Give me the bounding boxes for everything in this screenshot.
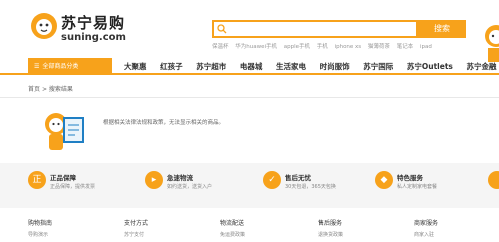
nav-item[interactable]: 苏宁金融 bbox=[467, 62, 497, 71]
nav-item[interactable]: 苏宁超市 bbox=[196, 62, 226, 71]
empty-result-message: 根据相关法律法规和政策，无法显示相关的商品。 bbox=[103, 120, 225, 126]
main-nav: 大聚惠 红孩子 苏宁超市 电器城 生活家电 时尚服饰 苏宁国际 苏宁Outlet… bbox=[124, 61, 499, 72]
service-title: 急速物流 bbox=[167, 174, 193, 182]
lion-logo-icon bbox=[31, 13, 57, 39]
breadcrumb-divider bbox=[0, 97, 499, 98]
service-desc: 30天包退，365天包换 bbox=[285, 184, 336, 190]
thumbs-up-icon: ✓ bbox=[263, 171, 281, 189]
brand-name-en: suning.com bbox=[61, 32, 126, 43]
nav-item[interactable]: 大聚惠 bbox=[124, 62, 147, 71]
service-title: 售后无忧 bbox=[285, 174, 311, 182]
footer-link[interactable]: 免运费政策 bbox=[220, 231, 245, 238]
hot-word-link[interactable]: apple手机 bbox=[284, 44, 310, 50]
breadcrumb: 首页 > 搜索结果 bbox=[28, 84, 73, 93]
lion-mascot-icon bbox=[485, 25, 499, 62]
hot-word-link[interactable]: 笔记本 bbox=[397, 44, 414, 50]
footer-column: 物流配送 免运费政策 bbox=[220, 218, 245, 238]
lion-holding-sign-icon bbox=[45, 113, 84, 150]
hot-word-link[interactable]: 华为huawei手机 bbox=[235, 44, 277, 50]
nav-item[interactable]: 苏宁Outlets bbox=[407, 62, 453, 71]
search-icon bbox=[217, 24, 227, 34]
hot-word-link[interactable]: 手机 bbox=[317, 44, 328, 50]
service-title: 特色服务 bbox=[397, 174, 423, 182]
breadcrumb-home[interactable]: 首页 bbox=[28, 86, 40, 93]
footer-heading: 支付方式 bbox=[124, 220, 149, 227]
footer-link[interactable]: 苏宁支付 bbox=[124, 231, 148, 238]
service-desc: 正品保障，提供发票 bbox=[50, 184, 96, 190]
service-aftersale: ✓ 售后无忧 30天包退，365天包换 bbox=[263, 171, 363, 201]
footer-link[interactable]: 商家入驻 bbox=[414, 231, 438, 238]
gift-icon: ◆ bbox=[375, 171, 393, 189]
service-desc: 私人定制家电套餐 bbox=[397, 184, 438, 190]
footer-link[interactable]: 导购演示 bbox=[28, 231, 52, 238]
nav-item[interactable]: 红孩子 bbox=[160, 62, 183, 71]
service-special: ◆ 特色服务 私人定制家电套餐 bbox=[375, 171, 475, 201]
footer-column: 购物指南 导购演示 bbox=[28, 218, 52, 238]
footer-heading: 商家服务 bbox=[414, 220, 439, 227]
service-title: 正品保障 bbox=[50, 174, 76, 182]
nav-item[interactable]: 苏宁国际 bbox=[363, 62, 393, 71]
nav-item[interactable]: 电器城 bbox=[240, 62, 263, 71]
footer-column: 售后服务 退换货政策 bbox=[318, 218, 343, 238]
footer-heading: 购物指南 bbox=[28, 220, 53, 227]
shield-check-icon: 正 bbox=[28, 171, 46, 189]
suning-logo[interactable]: 苏宁易购 suning.com bbox=[30, 10, 150, 50]
search-input[interactable] bbox=[212, 20, 418, 38]
nav-item[interactable]: 生活家电 bbox=[276, 62, 306, 71]
service-genuine: 正 正品保障 正品保障，提供发票 bbox=[28, 171, 128, 201]
hot-word-link[interactable]: 猫薄荷茶 bbox=[368, 44, 390, 50]
service-logistics: ▸ 急速物流 如约送货，送货入户 bbox=[145, 171, 245, 201]
menu-icon: ☰ bbox=[34, 63, 40, 70]
footer-heading: 物流配送 bbox=[220, 220, 245, 227]
hot-word-link[interactable]: 保温杯 bbox=[212, 44, 229, 50]
service-more-icon bbox=[488, 171, 499, 189]
footer-link[interactable]: 退换货政策 bbox=[318, 231, 343, 238]
breadcrumb-current: 搜索结果 bbox=[48, 86, 73, 93]
footer-column: 支付方式 苏宁支付 bbox=[124, 218, 148, 238]
service-desc: 如约送货，送货入户 bbox=[167, 184, 213, 190]
hot-word-link[interactable]: iphone xs bbox=[335, 44, 362, 50]
footer-column: 商家服务 商家入驻 bbox=[414, 218, 438, 238]
delivery-truck-icon: ▸ bbox=[145, 171, 163, 189]
search-button[interactable]: 搜索 bbox=[418, 20, 466, 38]
hot-word-link[interactable]: ipad bbox=[420, 44, 432, 50]
breadcrumb-separator: > bbox=[41, 86, 47, 93]
nav-item[interactable]: 时尚服饰 bbox=[320, 62, 350, 71]
all-categories-button[interactable]: ☰ 全部商品分类 bbox=[28, 58, 112, 75]
hot-search-words: 保温杯 华为huawei手机 apple手机 手机 iphone xs 猫薄荷茶… bbox=[212, 42, 437, 50]
all-categories-label: 全部商品分类 bbox=[42, 63, 79, 70]
brand-name-cn: 苏宁易购 bbox=[61, 14, 126, 32]
footer-heading: 售后服务 bbox=[318, 220, 343, 227]
